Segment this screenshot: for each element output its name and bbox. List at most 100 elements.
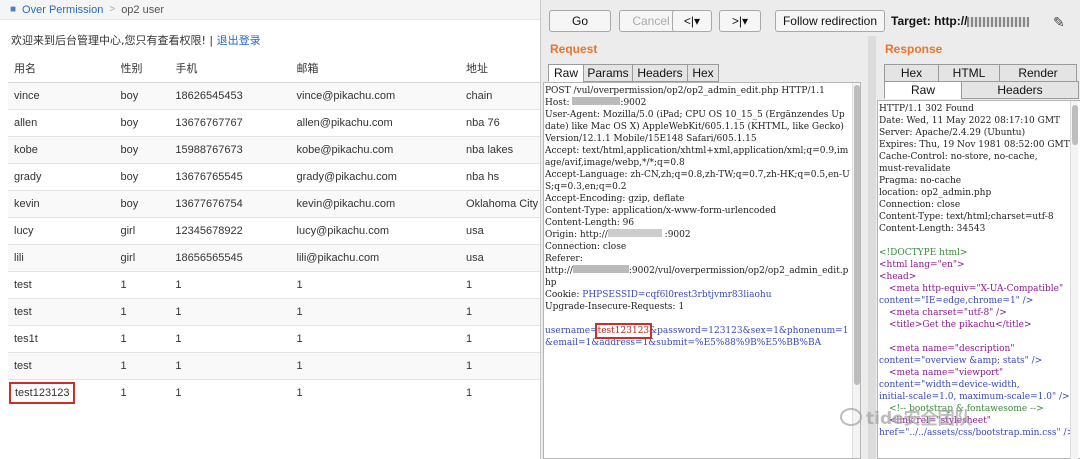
table-header-row: 用名 性别 手机 邮箱 地址: [8, 54, 540, 83]
breadcrumb-link[interactable]: Over Permission: [22, 4, 103, 16]
tab-raw[interactable]: Raw: [884, 81, 962, 99]
table-cell: 1: [290, 351, 461, 379]
watermark: tide安全团队: [840, 404, 972, 429]
table-cell: 1: [114, 270, 170, 298]
back-button[interactable]: <|▾: [672, 10, 712, 32]
pane-divider[interactable]: [868, 36, 876, 459]
tab-hex[interactable]: Hex: [884, 64, 939, 82]
chevron-right-icon: >: [109, 4, 116, 15]
table-row: test123123 1 1 1 1: [8, 378, 540, 406]
request-title: Request: [550, 42, 598, 56]
logout-link[interactable]: 退出登录: [217, 34, 261, 47]
table-cell: lucy@pikachu.com: [290, 216, 461, 244]
home-icon: ■: [10, 4, 17, 15]
forward-button[interactable]: >|▾: [719, 10, 761, 32]
table-cell: 18656565545: [169, 243, 291, 271]
response-html-line: <meta charset="utf-8" />: [889, 308, 1007, 318]
table-cell: 13676765545: [169, 162, 291, 190]
edit-target-icon[interactable]: ✎: [1053, 14, 1065, 31]
table-cell: grady@pikachu.com: [290, 162, 461, 190]
response-html-line: content="overview &amp; stats" />: [879, 356, 1043, 366]
tab-hex[interactable]: Hex: [687, 64, 719, 82]
response-header-line: Content-Length: 34543: [879, 224, 986, 234]
response-html-line: initial-scale=1.0, maximum-scale=1.0" />: [879, 392, 1070, 402]
request-scrollbar[interactable]: [852, 83, 860, 458]
table-cell: 18626545453: [169, 81, 291, 109]
table-cell: grady: [8, 162, 115, 190]
watermark-text: tide安全团队: [866, 409, 972, 429]
response-scrollbar[interactable]: [1070, 101, 1078, 459]
request-body: username=test123123&password=123123&sex=…: [545, 323, 849, 348]
table-cell: 12345678922: [169, 216, 291, 244]
response-header-line: HTTP/1.1 302 Found: [879, 104, 974, 114]
table-row: test 1 1 1 1: [8, 270, 540, 298]
wechat-icon: [840, 407, 862, 426]
cookie-header: Cookie: PHPSESSID=cqf6l0rest3rbtjvmr83li…: [545, 290, 772, 300]
welcome-message: 欢迎来到后台管理中心,您只有查看权限! | 退出登录: [11, 32, 261, 48]
table-row: test 1 1 1 1: [8, 351, 540, 379]
table-cell: usa: [460, 243, 540, 271]
table-cell: test: [8, 351, 115, 379]
go-button[interactable]: Go: [549, 10, 611, 32]
table-cell: allen: [8, 108, 115, 136]
accept-header: Accept: text/html,application/xhtml+xml,…: [545, 146, 849, 168]
table-cell: test123123: [8, 378, 115, 406]
table-cell: chain: [460, 81, 540, 109]
table-row: lili girl 18656565545 lili@pikachu.com usa: [8, 243, 540, 271]
target-text: Target: http://: [891, 14, 968, 28]
table-row: grady boy 13676765545 grady@pikachu.com nba …: [8, 162, 540, 190]
tab-params[interactable]: Params: [583, 64, 633, 82]
toolbar: Go Cancel <|▾ >|▾ Follow redirection Tar…: [541, 10, 1080, 34]
table-cell: boy: [114, 108, 170, 136]
table-cell: 1: [460, 270, 540, 298]
request-editor[interactable]: POST /vul/overpermission/op2/op2_admin_e…: [543, 82, 861, 459]
response-header-line: must-revalidate: [879, 164, 951, 174]
table-cell: allen@pikachu.com: [290, 108, 461, 136]
web-page: ■ Over Permission > op2 user 欢迎来到后台管理中心,…: [0, 0, 540, 459]
content-type-header: Content-Type: application/x-www-form-url…: [545, 206, 777, 216]
table-cell: vince: [8, 81, 115, 109]
connection-header: Connection: close: [545, 242, 627, 252]
table-cell: 1: [114, 351, 170, 379]
table-cell: tes1t: [8, 324, 115, 352]
table-cell: 15988767673: [169, 135, 291, 163]
table-cell: 1: [169, 324, 291, 352]
table-cell: kevin: [8, 189, 115, 217]
repeater-window: Go Cancel <|▾ >|▾ Follow redirection Tar…: [540, 0, 1080, 459]
table-row: lucy girl 12345678922 lucy@pikachu.com usa: [8, 216, 540, 244]
tab-render[interactable]: Render: [999, 64, 1077, 82]
table-cell: boy: [114, 189, 170, 217]
response-html-line: [879, 331, 1080, 343]
table-cell: kevin@pikachu.com: [290, 189, 461, 217]
response-html-line: <meta http-equiv="X-UA-Compatible": [889, 284, 1064, 294]
content-length-header: Content-Length: 96: [545, 218, 635, 228]
table-cell: Oklahoma City: [460, 189, 540, 217]
table-cell: 1: [114, 297, 170, 325]
table-cell: 1: [169, 351, 291, 379]
table-cell: 1: [460, 297, 540, 325]
table-cell: 1: [290, 378, 461, 406]
response-header-line: Connection: close: [879, 200, 961, 210]
response-header-line: Cache-Control: no-store, no-cache,: [879, 152, 1038, 162]
tab-raw[interactable]: Raw: [548, 64, 584, 82]
response-html-line: <meta name="description": [889, 344, 1015, 354]
table-cell: 1: [114, 324, 170, 352]
response-html-line: content="IE=edge,chrome=1" />: [879, 296, 1034, 306]
table-row: tes1t 1 1 1 1: [8, 324, 540, 352]
follow-redirection-button[interactable]: Follow redirection: [775, 10, 885, 32]
table-cell: girl: [114, 243, 170, 271]
column-header: 地址: [460, 54, 540, 83]
table-cell: boy: [114, 162, 170, 190]
table-cell: kobe: [8, 135, 115, 163]
request-line: POST /vul/overpermission/op2/op2_admin_e…: [545, 86, 825, 96]
response-header-line: Date: Wed, 11 May 2022 08:17:10 GMT: [879, 116, 1061, 126]
table-cell: boy: [114, 135, 170, 163]
table-row: kevin boy 13677676754 kevin@pikachu.com Okla…: [8, 189, 540, 217]
request-tabs: Raw Params Headers Hex: [548, 64, 719, 82]
tab-headers[interactable]: Headers: [632, 64, 688, 82]
tab-headers[interactable]: Headers: [961, 81, 1079, 99]
tab-html[interactable]: HTML: [938, 64, 1000, 82]
breadcrumb: ■ Over Permission > op2 user: [0, 0, 540, 20]
user-table: 用名 性别 手机 邮箱 地址 vince boy 18626545453 vince@…: [8, 54, 540, 406]
response-tabs-bottom: Raw Headers: [884, 81, 1079, 99]
